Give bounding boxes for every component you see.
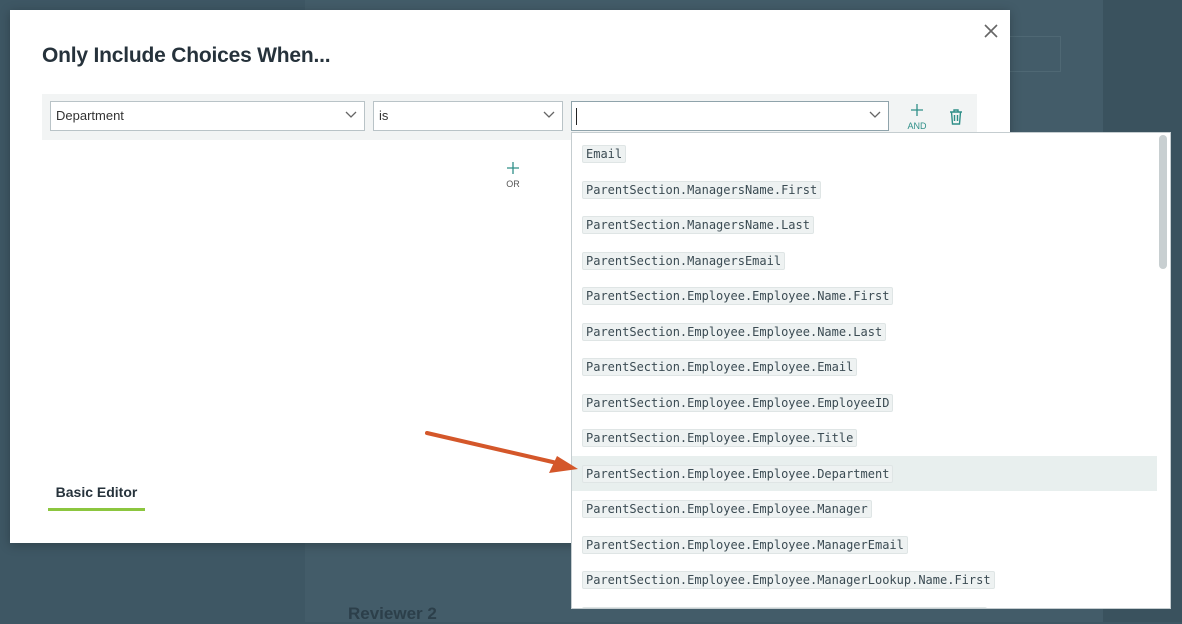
chevron-down-icon — [345, 111, 357, 118]
field-select[interactable]: Department — [50, 101, 365, 131]
dropdown-option[interactable]: ParentSection.Employee.Employee.Name.Fir… — [572, 278, 1157, 314]
dropdown-option-label: ParentSection.Employee.Employee.Manager — [582, 500, 872, 518]
plus-icon — [507, 162, 519, 174]
value-select[interactable] — [571, 101, 889, 131]
dropdown-option[interactable]: Email — [572, 136, 1157, 172]
dropdown-option-label: ParentSection.ManagersName.First — [582, 180, 822, 199]
dropdown-option-label: ParentSection.ManagersEmail — [582, 251, 786, 270]
dropdown-option[interactable]: ParentSection.Employee.Employee.Manager — [572, 491, 1157, 527]
dropdown-option-label: ParentSection.ManagersName.Last — [582, 216, 814, 234]
add-and-condition-button[interactable]: AND — [904, 103, 930, 133]
text-cursor — [576, 108, 577, 125]
dropdown-option-label: ParentSection.Employee.Employee.Email — [582, 358, 858, 376]
value-dropdown-list: Email ParentSection.ManagersName.First Par… — [571, 132, 1171, 609]
dropdown-option-label: Email — [582, 145, 627, 163]
dropdown-option-label: ParentSection.Employee.Employee.ManagerE… — [582, 535, 908, 554]
dropdown-option[interactable]: ParentSection.Employee.Employee.Email — [572, 349, 1157, 385]
dropdown-option-label: ParentSection.Employee.Employee.Departme… — [582, 464, 894, 483]
dropdown-option-label: ParentSection.Employee.Employee.Employee… — [582, 393, 894, 412]
scrollbar[interactable] — [1159, 135, 1167, 605]
dropdown-option[interactable]: ParentSection.ManagersEmail — [572, 243, 1157, 279]
close-icon[interactable] — [982, 22, 1000, 40]
field-select-value: Department — [56, 108, 124, 123]
background-field — [1008, 36, 1061, 72]
plus-icon — [911, 104, 923, 116]
dropdown-option[interactable]: ParentSection.Employee.Employee.Title — [572, 420, 1157, 456]
dropdown-option-label: ParentSection.Employee.Employee.Title — [582, 429, 858, 447]
tab-basic-editor[interactable]: Basic Editor — [48, 484, 145, 511]
add-or-condition-button[interactable]: OR — [500, 161, 526, 189]
dropdown-option-label: ParentSection.Employee.Employee.Name.Las… — [582, 322, 887, 341]
dropdown-option[interactable]: ParentSection.Employee.Employee.Departme… — [572, 455, 1157, 491]
scrollbar-thumb[interactable] — [1159, 135, 1167, 269]
dropdown-option[interactable]: ParentSection.ManagersName.First — [572, 172, 1157, 208]
trash-icon[interactable] — [948, 108, 964, 126]
dropdown-option[interactable]: ParentSection.ManagersName.Last — [572, 207, 1157, 243]
dropdown-option[interactable]: ParentSection.Employee.Employee.ManagerE… — [572, 527, 1157, 563]
operator-select-value: is — [379, 108, 389, 123]
dropdown-options: Email ParentSection.ManagersName.First Par… — [572, 136, 1157, 608]
or-label: OR — [506, 179, 520, 189]
dropdown-option-label: ParentSection.Employee.Employee.ManagerL… — [582, 571, 995, 589]
dropdown-option[interactable]: ParentSection.Employee.Employee.Name.Las… — [572, 314, 1157, 350]
and-label: AND — [907, 121, 927, 131]
dropdown-option[interactable]: ParentSection.Employee.Employee.Employee… — [572, 385, 1157, 421]
dropdown-option-label: ParentSection.Employee.Employee.Name.Fir… — [582, 287, 894, 305]
dropdown-option[interactable]: ParentSection.Employee.Employee.ManagerL… — [572, 598, 1157, 608]
modal-title: Only Include Choices When... — [42, 44, 331, 67]
chevron-down-icon — [543, 111, 555, 118]
background-section-heading: Reviewer 2 — [348, 604, 437, 623]
dropdown-option-label: ParentSection.Employee.Employee.ManagerL… — [582, 606, 988, 608]
dropdown-option[interactable]: ParentSection.Employee.Employee.ManagerL… — [572, 562, 1157, 598]
chevron-down-icon — [869, 111, 881, 118]
operator-select[interactable]: is — [373, 101, 563, 131]
